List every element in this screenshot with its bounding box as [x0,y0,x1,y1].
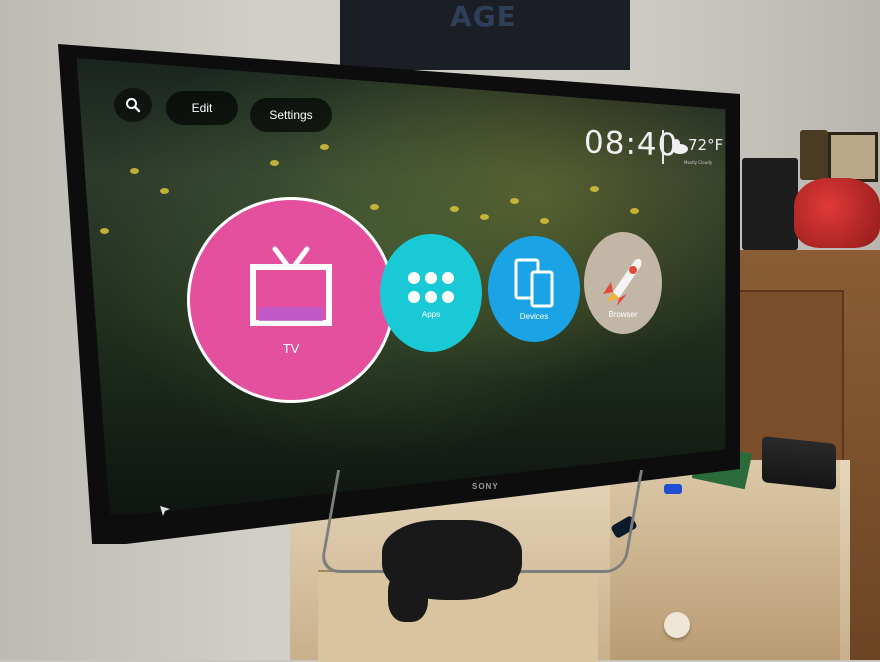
devices-icon [514,258,554,307]
tile-apps-label: Apps [421,309,441,319]
drawer-knob [664,612,690,638]
status-divider [662,130,664,164]
controller-grip-right [478,560,518,590]
plush-toy [794,178,880,248]
tile-tv[interactable]: TV [190,200,392,400]
edit-button[interactable]: Edit [166,91,238,125]
navigation-arrow-icon [160,506,170,516]
tile-tv-label: TV [282,340,300,356]
cup [800,130,828,180]
tile-browser[interactable]: Browser [584,232,662,334]
tile-devices-label: Devices [519,311,549,321]
search-icon [126,98,141,113]
speaker [742,158,798,250]
mini-pc [762,436,836,490]
poster-text: AGE [450,0,517,33]
settings-button[interactable]: Settings [250,98,332,132]
temperature: 72°F [688,136,724,154]
tile-devices[interactable]: Devices [488,236,580,342]
tv-brand-logo: SONY [472,482,499,491]
rocket-icon [603,258,642,306]
usb-stick [664,484,682,494]
tile-browser-label: Browser [608,309,638,319]
partly-cloudy-icon [672,139,688,154]
photo-frame [828,132,878,182]
search-button[interactable] [114,88,152,122]
dresser-side [610,460,840,660]
tile-apps[interactable]: Apps [380,234,482,352]
apps-grid-icon [408,271,454,303]
weather-condition: Mostly Cloudy [684,160,713,165]
clock-time: 08:40 [584,124,679,164]
tv-icon [250,246,332,326]
controller-grip-left [388,570,428,622]
